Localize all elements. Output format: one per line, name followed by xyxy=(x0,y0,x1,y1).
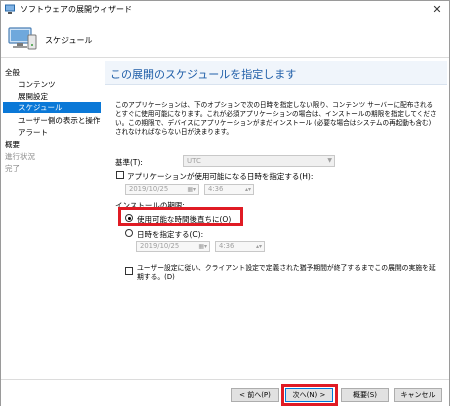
close-icon[interactable]: ✕ xyxy=(425,1,449,18)
main-title: この展開のスケジュールを指定します xyxy=(110,68,297,81)
deadline-date-value: 2019/10/25 xyxy=(140,242,180,250)
available-date-value: 2019/10/25 xyxy=(129,185,169,193)
deadline-time-picker[interactable]: 4:36 ▴▾ xyxy=(215,241,265,252)
deadline-date-picker[interactable]: 2019/10/25 ▦▾ xyxy=(136,241,210,252)
sidebar-item-user-experience[interactable]: ユーザー側の表示と操作 xyxy=(18,115,100,126)
basis-label: 基準(T): xyxy=(115,158,143,167)
delay-enforcement-checkbox[interactable] xyxy=(125,267,133,275)
basis-select[interactable]: UTC ▼ xyxy=(183,155,335,167)
highlight-next-button xyxy=(281,384,338,406)
radio-specify-label: 日時を指定する(C): xyxy=(137,230,204,239)
sidebar-item-progress: 進行状況 xyxy=(5,152,35,161)
back-button[interactable]: < 前へ(P) xyxy=(231,388,279,402)
basis-value: UTC xyxy=(187,157,201,165)
sidebar-item-completion: 完了 xyxy=(5,164,20,173)
calendar-dropdown-icon: ▦▾ xyxy=(198,243,207,250)
calendar-dropdown-icon: ▦▾ xyxy=(187,186,196,193)
sidebar-item-schedule[interactable]: スケジュール xyxy=(3,102,101,113)
spinner-icon: ▴▾ xyxy=(244,186,251,193)
highlight-asap-option xyxy=(118,207,243,226)
sidebar-item-deployment-settings[interactable]: 展開設定 xyxy=(18,91,48,102)
wizard-header: スケジュール xyxy=(1,18,449,58)
wizard-sidebar: 全般 コンテンツ 展開設定 スケジュール ユーザー側の表示と操作 アラート 概要… xyxy=(1,59,103,379)
available-time-checkbox[interactable] xyxy=(116,171,124,179)
sidebar-item-summary[interactable]: 概要 xyxy=(5,139,20,150)
chevron-down-icon: ▼ xyxy=(327,157,332,164)
cancel-button[interactable]: キャンセル xyxy=(394,388,442,402)
schedule-description: このアプリケーションは、下のオプションで次の日時を指定しない限り、コンテンツ サ… xyxy=(115,101,437,136)
sidebar-item-content[interactable]: コンテンツ xyxy=(18,79,56,90)
main-header: この展開のスケジュールを指定します xyxy=(105,61,447,85)
page-heading: スケジュール xyxy=(45,36,93,45)
radio-specify[interactable] xyxy=(125,229,133,237)
wizard-app-icon xyxy=(5,4,15,14)
window-title: ソフトウェアの展開ウィザード xyxy=(20,5,132,14)
wizard-footer: < 前へ(P) 次へ(N) > 概要(S) キャンセル xyxy=(1,379,449,406)
sidebar-item-general[interactable]: 全般 xyxy=(5,67,20,78)
main-panel: この展開のスケジュールを指定します このアプリケーションは、下のオプションで次の… xyxy=(103,59,449,379)
title-bar: ソフトウェアの展開ウィザード ✕ xyxy=(1,1,449,18)
available-time-picker[interactable]: 4:36 ▴▾ xyxy=(204,184,254,195)
sidebar-item-alerts[interactable]: アラート xyxy=(18,127,48,138)
computer-icon xyxy=(8,27,37,50)
available-time-label: アプリケーションが使用可能になる日時を指定する(H): xyxy=(127,172,314,181)
wizard-window: ソフトウェアの展開ウィザード ✕ スケジュール 全般 コンテンツ 展開設定 スケ… xyxy=(0,0,450,406)
available-time-value: 4:36 xyxy=(208,185,224,193)
deadline-time-value: 4:36 xyxy=(219,242,235,250)
spinner-icon: ▴▾ xyxy=(255,243,262,250)
delay-enforcement-label: ユーザー設定に従い、クライアント設定で定義された猶予期間が終了するまでこの展開の… xyxy=(137,264,436,281)
summary-button[interactable]: 概要(S) xyxy=(341,388,389,402)
available-date-picker[interactable]: 2019/10/25 ▦▾ xyxy=(125,184,199,195)
